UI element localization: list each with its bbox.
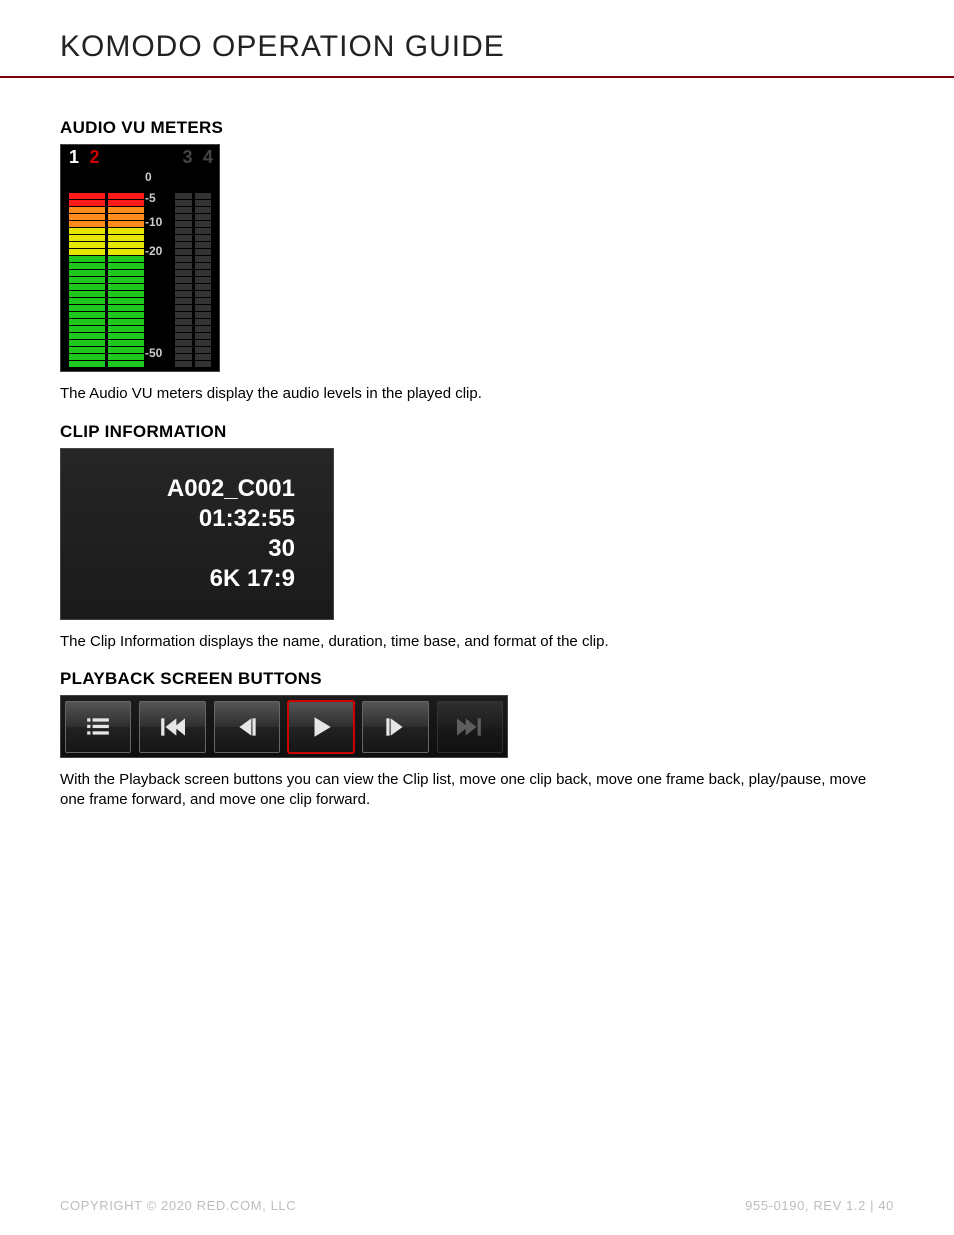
vu-tick-20: -20: [145, 244, 162, 258]
clip-timebase: 30: [268, 535, 295, 563]
footer-docref: 955-0190, REV 1.2 | 40: [745, 1198, 894, 1213]
next-frame-button[interactable]: [362, 701, 428, 753]
vu-scale: 0 -5 -10 -20 -50: [147, 171, 171, 367]
clip-heading: CLIP INFORMATION: [60, 422, 894, 442]
vu-channel-3: 3: [183, 147, 193, 167]
next-clip-button[interactable]: [437, 701, 503, 753]
vu-tick-50: -50: [145, 346, 162, 360]
playback-body-text: With the Playback screen buttons you can…: [60, 770, 894, 809]
vu-body-text: The Audio VU meters display the audio le…: [60, 384, 894, 404]
vu-active-bars: [69, 171, 144, 367]
vu-tick-10: -10: [145, 215, 162, 229]
play-icon: [307, 714, 335, 740]
vu-channel-1: 1: [69, 147, 79, 167]
clip-duration: 01:32:55: [199, 505, 295, 533]
vu-tick-0: 0: [145, 170, 152, 184]
page-title: KOMODO OPERATION GUIDE: [60, 30, 894, 64]
play-pause-button[interactable]: [288, 701, 354, 753]
page-footer: COPYRIGHT © 2020 RED.COM, LLC 955-0190, …: [60, 1198, 894, 1213]
playback-bar: [60, 695, 508, 758]
clip-format: 6K 17:9: [210, 565, 295, 593]
vu-heading: AUDIO VU METERS: [60, 118, 894, 138]
vu-meter-panel: 1 2 3 4: [60, 144, 220, 372]
clip-list-button[interactable]: [65, 701, 131, 753]
footer-copyright: COPYRIGHT © 2020 RED.COM, LLC: [60, 1198, 296, 1213]
playback-heading: PLAYBACK SCREEN BUTTONS: [60, 669, 894, 689]
prev-clip-button[interactable]: [139, 701, 205, 753]
skip-forward-icon: [456, 714, 484, 740]
clip-info-panel: A002_C001 01:32:55 30 6K 17:9: [60, 448, 334, 620]
clip-body-text: The Clip Information displays the name, …: [60, 632, 894, 652]
header-rule: [0, 76, 954, 78]
clip-name: A002_C001: [167, 475, 295, 503]
vu-inactive-bars: [175, 171, 211, 367]
skip-back-icon: [158, 714, 186, 740]
step-forward-icon: [381, 714, 409, 740]
vu-channel-2: 2: [89, 147, 99, 167]
vu-channel-4: 4: [203, 147, 213, 167]
step-back-icon: [233, 714, 261, 740]
vu-tick-5: -5: [145, 191, 156, 205]
prev-frame-button[interactable]: [214, 701, 280, 753]
list-icon: [84, 714, 112, 740]
